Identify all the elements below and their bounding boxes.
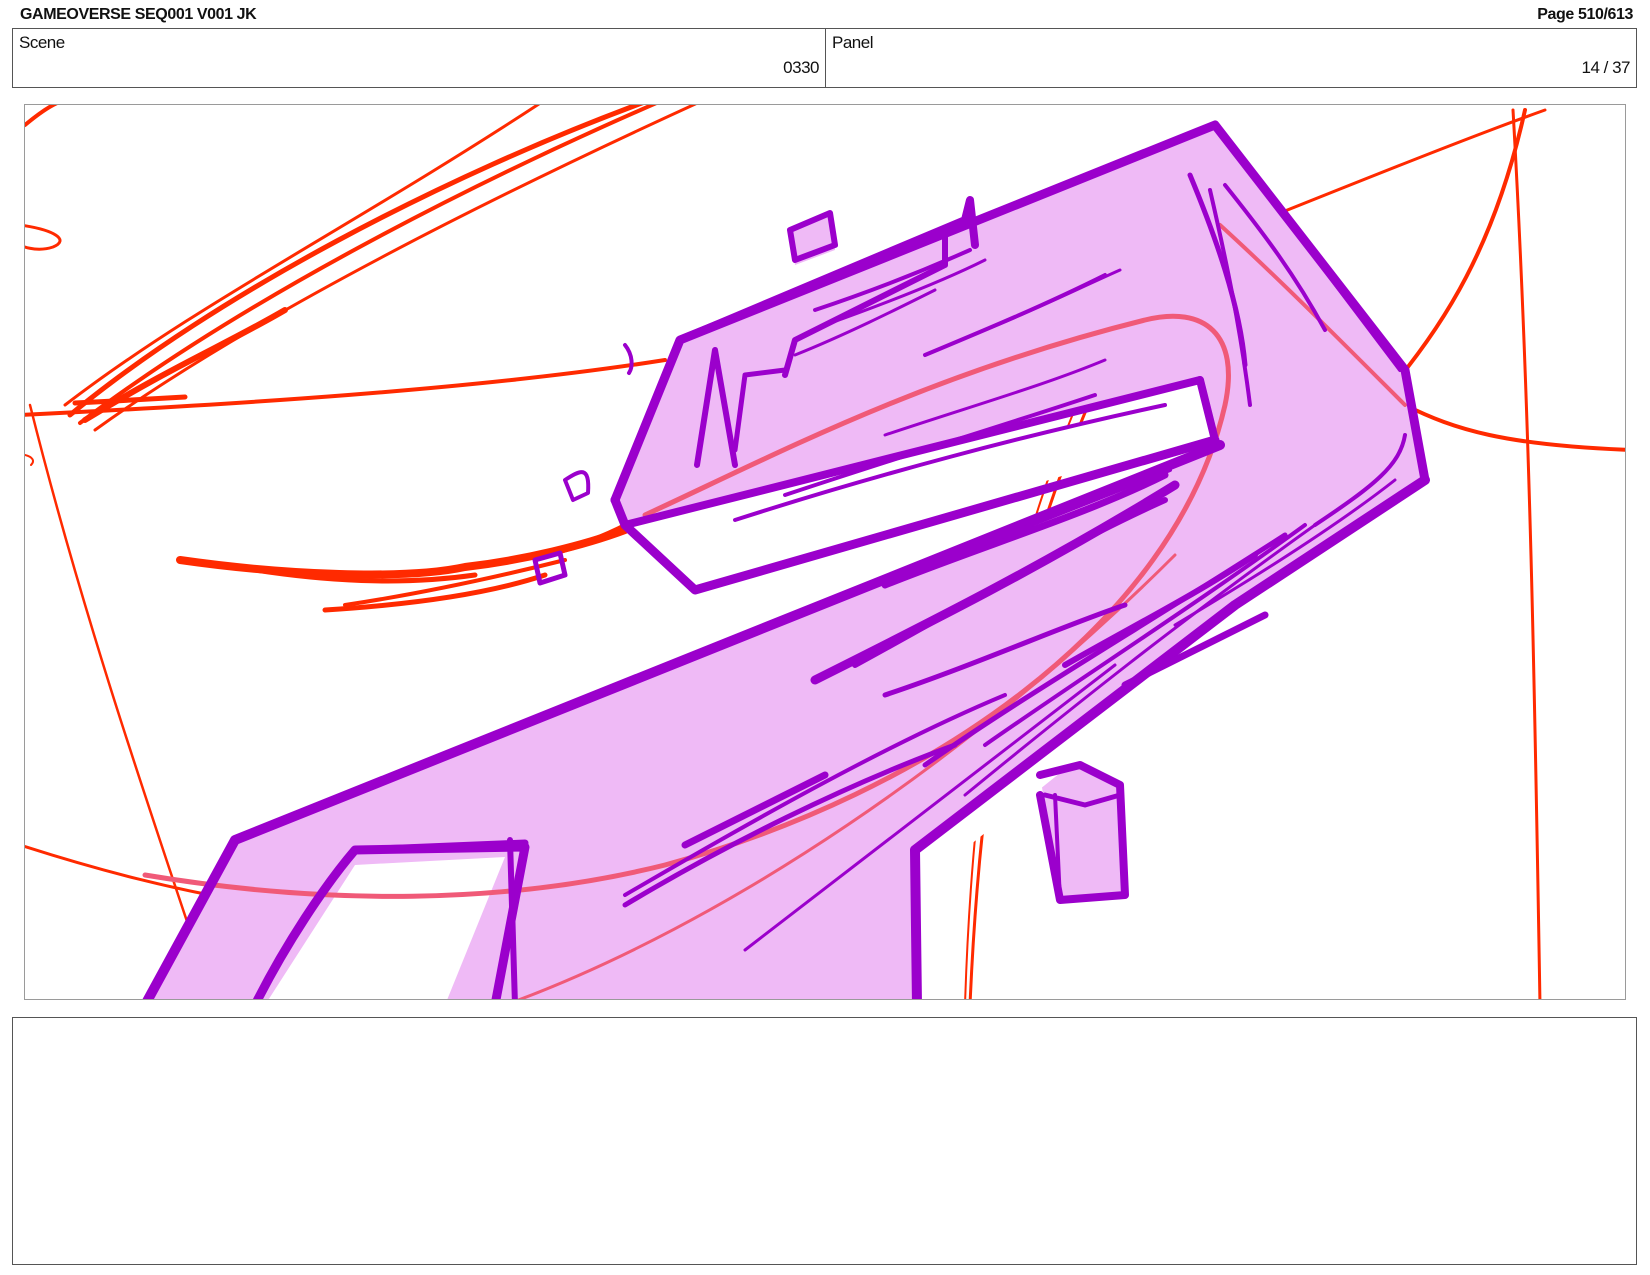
scene-panel-info-bar: Scene 0330 Panel 14 / 37 [12,28,1637,88]
page-number: Page 510/613 [1537,6,1633,23]
storyboard-frame [24,104,1626,1000]
document-title: GAMEOVERSE SEQ001 V001 JK [20,6,257,23]
panel-value: 14 / 37 [1581,58,1631,77]
scene-value: 0330 [783,58,819,77]
scene-cell: Scene 0330 [13,29,826,87]
scene-label: Scene [19,33,65,52]
panel-label: Panel [832,33,873,52]
storyboard-sketch [25,105,1625,999]
panel-cell: Panel 14 / 37 [826,29,1636,87]
notes-box [12,1017,1637,1265]
